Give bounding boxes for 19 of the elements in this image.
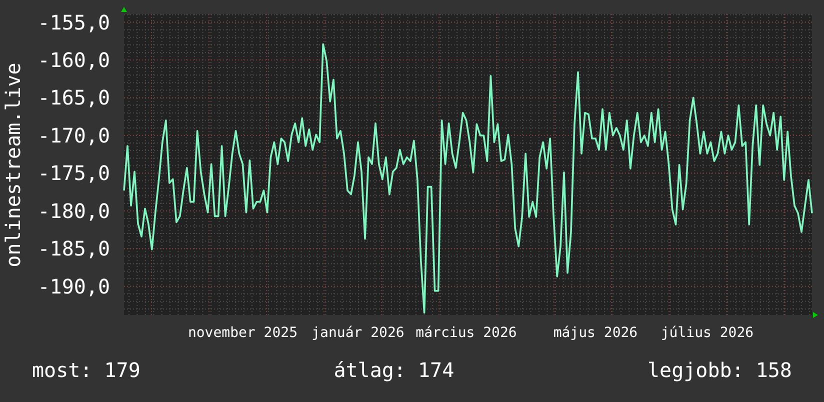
y-tick-label: -175,0 xyxy=(38,161,110,186)
y-tick-label: -190,0 xyxy=(38,274,110,298)
y-axis-title: onlinestream.live xyxy=(1,62,25,268)
y-tick-label: -155,0 xyxy=(38,10,110,34)
y-tick-label: -160,0 xyxy=(38,48,110,72)
x-tick-label: július 2026 xyxy=(660,325,754,341)
x-tick-label: május 2026 xyxy=(553,325,638,341)
y-tick-label: -170,0 xyxy=(38,123,110,148)
y-tick-label: -180,0 xyxy=(38,198,110,223)
stat-text: most: 179 xyxy=(32,358,140,382)
stat-text: legjobb: 158 xyxy=(647,358,792,382)
x-tick-label: január 2026 xyxy=(312,325,404,341)
x-tick-label: március 2026 xyxy=(416,325,517,341)
y-axis-arrow-icon xyxy=(121,7,127,12)
x-tick-label: november 2025 xyxy=(188,325,298,341)
stat-text: átlag: 174 xyxy=(334,358,454,382)
y-tick-label: -185,0 xyxy=(38,236,110,261)
x-axis-arrow-icon xyxy=(813,312,818,318)
y-tick-label: -165,0 xyxy=(38,86,110,110)
